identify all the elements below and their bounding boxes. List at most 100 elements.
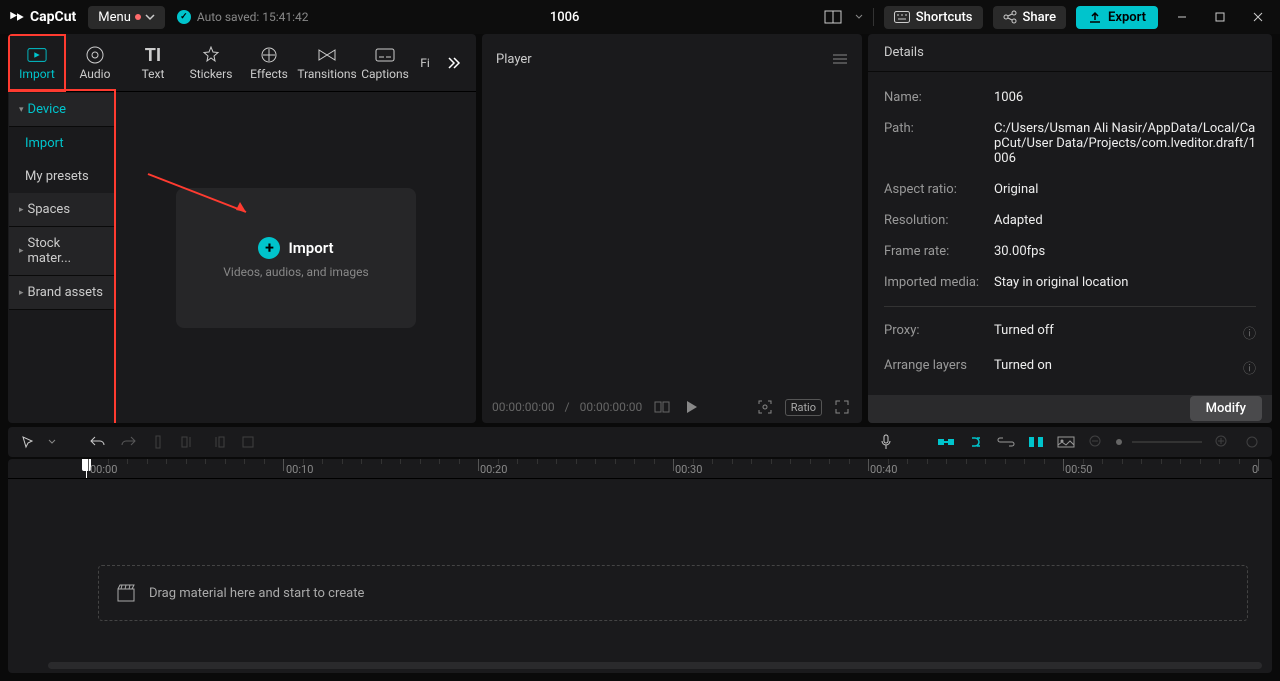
split-left-button[interactable] [178, 432, 198, 452]
timeline-drop-zone[interactable]: Drag material here and start to create [98, 565, 1248, 621]
transitions-icon [317, 48, 337, 62]
maximize-icon [1214, 11, 1226, 23]
play-button[interactable] [682, 397, 702, 417]
hamburger-icon[interactable] [832, 53, 848, 65]
undo-button[interactable] [88, 432, 108, 452]
sidebar-item-brand-assets[interactable]: ▸Brand assets [9, 276, 115, 310]
sidebar-item-import[interactable]: Import [9, 127, 115, 160]
zoom-out-button[interactable] [1086, 432, 1106, 452]
top-bar: CapCut Menu ✓ Auto saved: 15:41:42 1006 … [0, 0, 1280, 34]
stickers-icon [202, 46, 220, 64]
compare-button[interactable] [652, 397, 672, 417]
zoom-fit-button[interactable] [755, 397, 775, 417]
tab-filters[interactable]: Fi [414, 34, 436, 92]
tabs-more-button[interactable] [436, 34, 472, 92]
tab-captions[interactable]: Captions [356, 34, 414, 92]
magnet-button[interactable] [936, 432, 956, 452]
chevron-down-icon [145, 12, 155, 22]
clapperboard-icon [117, 584, 135, 602]
minimize-button[interactable] [1168, 3, 1196, 31]
sidebar-item-my-presets[interactable]: My presets [9, 160, 115, 193]
cover-button[interactable] [1056, 432, 1076, 452]
chevron-right-icon: ▸ [19, 288, 24, 298]
link-button[interactable] [996, 432, 1016, 452]
check-icon: ✓ [177, 10, 191, 24]
sidebar-item-device[interactable]: ▾Device [9, 93, 115, 127]
fullscreen-icon [835, 400, 849, 414]
export-button[interactable]: Export [1076, 6, 1158, 29]
minimize-icon [1176, 11, 1188, 23]
info-icon[interactable]: ⓘ [1243, 358, 1256, 377]
project-title: 1006 [321, 10, 809, 25]
ratio-button[interactable]: Ratio [785, 399, 822, 416]
crop-button[interactable] [238, 432, 258, 452]
detail-path: C:/Users/Usman Ali Nasir/AppData/Local/C… [994, 121, 1256, 166]
chevron-down-icon[interactable] [48, 438, 56, 446]
ruler-tick-label: 00:30 [675, 463, 702, 476]
playhead[interactable] [86, 459, 87, 478]
time-current: 00:00:00:00 [492, 400, 555, 414]
shortcuts-button[interactable]: Shortcuts [884, 6, 983, 29]
sidebar-item-spaces[interactable]: ▸Spaces [9, 193, 115, 227]
voiceover-button[interactable] [876, 432, 896, 452]
redo-icon [120, 435, 136, 449]
player-panel: Player 00:00:00:00 / 00:00:00:00 Ratio [482, 34, 862, 423]
split-right-button[interactable] [208, 432, 228, 452]
timeline-ruler[interactable]: 00:00 00:10 00:20 00:30 00:40 00:50 0 [8, 459, 1272, 479]
zoom-fit-button[interactable] [1242, 432, 1262, 452]
divider [873, 8, 874, 26]
fullscreen-button[interactable] [832, 397, 852, 417]
details-header: Details [868, 34, 1272, 72]
microphone-icon [880, 434, 892, 450]
tab-import[interactable]: Import [8, 34, 66, 92]
layout-icon [824, 10, 842, 24]
app-logo: CapCut [8, 8, 76, 26]
import-icon [27, 47, 47, 63]
detail-proxy: Turned off [994, 323, 1233, 342]
preview-axis-button[interactable] [1026, 432, 1046, 452]
chevron-down-icon: ▾ [19, 105, 24, 115]
redo-button[interactable] [118, 432, 138, 452]
tab-transitions[interactable]: Transitions [298, 34, 356, 92]
close-icon [1252, 11, 1264, 23]
zoom-slider[interactable] [1132, 441, 1202, 443]
effects-icon [260, 46, 278, 64]
timeline-toolbar [8, 427, 1272, 457]
close-button[interactable] [1244, 3, 1272, 31]
media-content: + Import Videos, audios, and images [116, 92, 476, 423]
menu-button[interactable]: Menu [88, 6, 165, 29]
ruler-tick-label: 00:00 [90, 463, 117, 476]
tab-stickers[interactable]: Stickers [182, 34, 240, 92]
modify-button[interactable]: Modify [1190, 396, 1262, 421]
plus-icon: + [258, 237, 280, 259]
logo-label: CapCut [30, 9, 76, 25]
preview-axis-icon [1028, 435, 1044, 449]
select-tool[interactable] [18, 432, 38, 452]
upload-icon [1088, 10, 1102, 24]
link-tracks-button[interactable] [966, 432, 986, 452]
zoom-in-button[interactable] [1212, 432, 1232, 452]
timeline[interactable]: 00:00 00:10 00:20 00:30 00:40 00:50 0 Dr… [8, 459, 1272, 673]
link-icon [997, 437, 1015, 447]
sidebar-item-stock-materials[interactable]: ▸Stock mater... [9, 227, 115, 276]
info-icon[interactable]: ⓘ [1243, 323, 1256, 342]
split-right-icon [211, 435, 225, 449]
undo-icon [90, 435, 106, 449]
share-button[interactable]: Share [993, 6, 1067, 29]
detail-arrange-layers: Turned on [994, 358, 1233, 377]
ruler-tick-label: 00:40 [870, 463, 897, 476]
maximize-button[interactable] [1206, 3, 1234, 31]
layout-button[interactable] [821, 5, 845, 29]
tab-text[interactable]: TI Text [124, 34, 182, 92]
timeline-scrollbar[interactable] [48, 662, 1262, 669]
split-icon [152, 435, 164, 449]
chevron-down-icon[interactable] [855, 13, 863, 21]
share-icon [1003, 10, 1017, 24]
detail-imported-media: Stay in original location [994, 275, 1256, 290]
capcut-icon [8, 8, 26, 26]
tab-audio[interactable]: Audio [66, 34, 124, 92]
zoom-slider-handle[interactable] [1116, 439, 1122, 445]
tab-effects[interactable]: Effects [240, 34, 298, 92]
split-button[interactable] [148, 432, 168, 452]
keyboard-icon [894, 11, 910, 23]
